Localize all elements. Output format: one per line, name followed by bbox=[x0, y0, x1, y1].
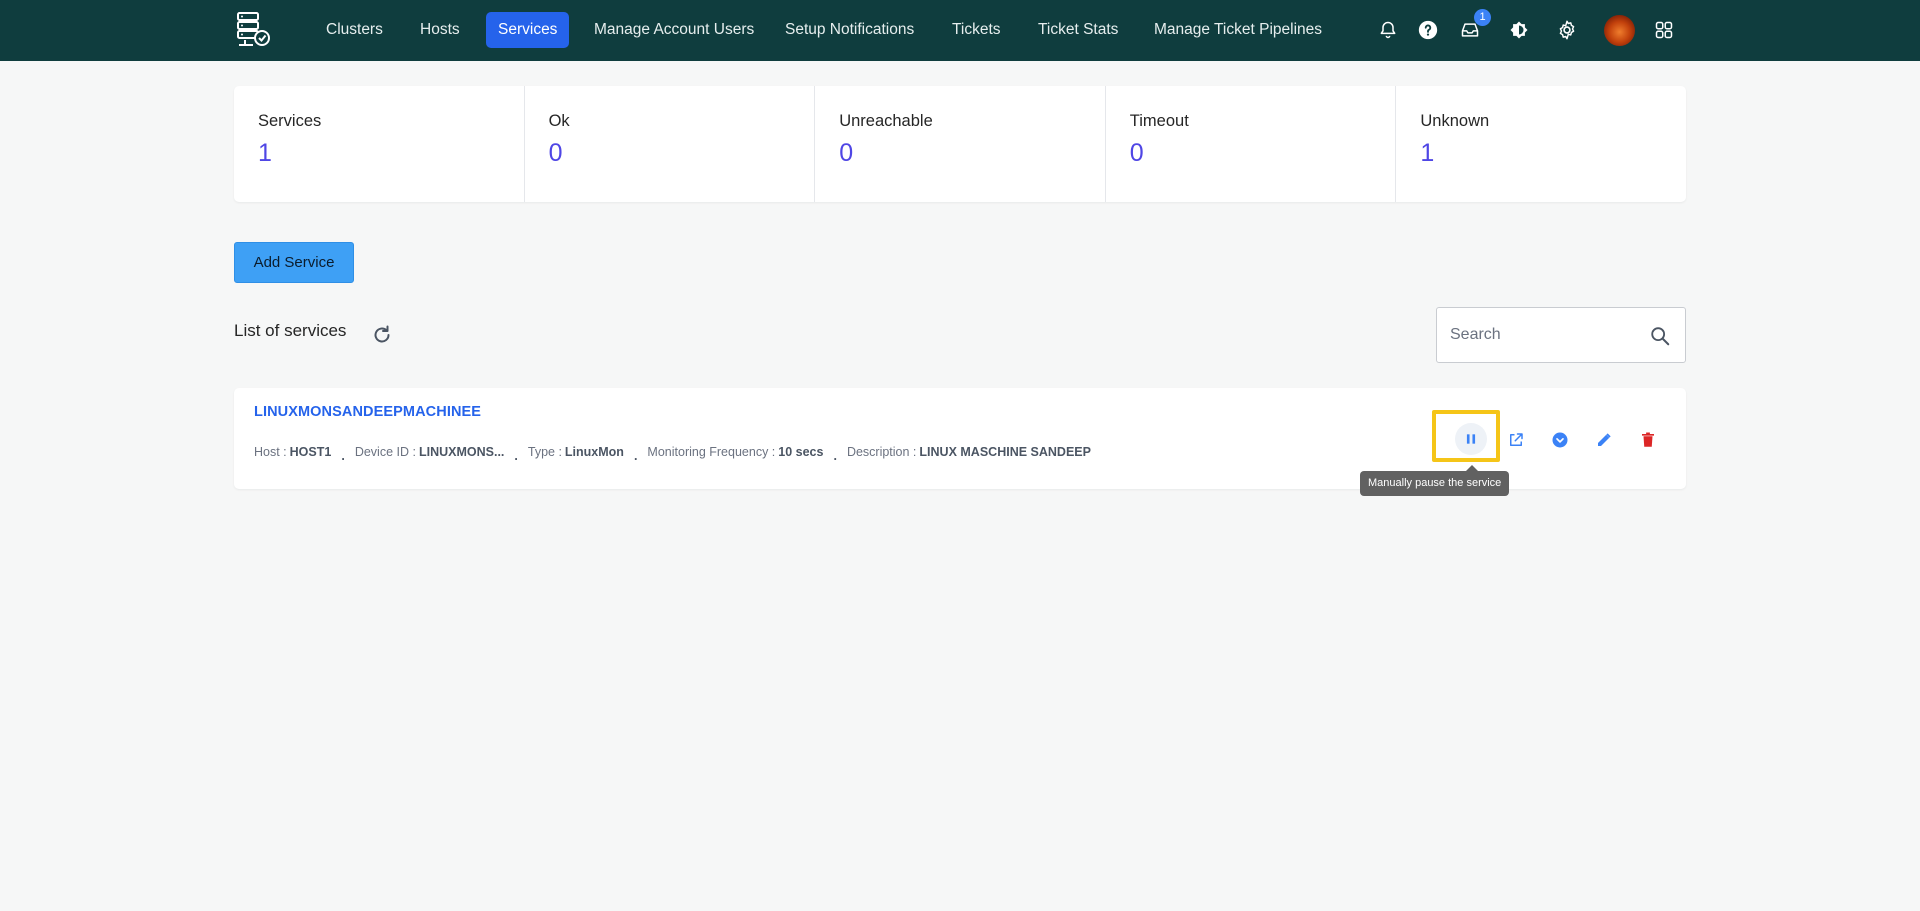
separator: . bbox=[833, 449, 837, 463]
device-id-value: LINUXMONS... bbox=[418, 445, 505, 459]
status-check-icon[interactable] bbox=[1546, 426, 1574, 454]
separator: . bbox=[633, 449, 638, 463]
avatar[interactable] bbox=[1604, 15, 1635, 46]
open-external-icon[interactable] bbox=[1502, 426, 1530, 454]
nav-manage-ticket-pipelines[interactable]: Manage Ticket Pipelines bbox=[1142, 12, 1334, 48]
stat-label: Timeout bbox=[1129, 112, 1189, 130]
stat-unknown: Unknown 1 bbox=[1396, 86, 1686, 202]
monitoring-frequency-label: Monitoring Frequency : bbox=[647, 445, 776, 459]
search-icon[interactable] bbox=[1649, 325, 1671, 347]
nav-manage-account-users[interactable]: Manage Account Users bbox=[582, 12, 766, 48]
stat-ok: Ok 0 bbox=[525, 86, 816, 202]
pause-tooltip: Manually pause the service bbox=[1360, 471, 1510, 496]
stat-label: Services bbox=[258, 112, 322, 130]
app-logo[interactable] bbox=[235, 10, 273, 48]
top-navbar: Clusters Hosts Services Manage Account U… bbox=[0, 0, 1920, 61]
search-box bbox=[1436, 307, 1686, 363]
search-input[interactable] bbox=[1450, 308, 1640, 362]
nav-clusters[interactable]: Clusters bbox=[314, 12, 395, 48]
stat-services: Services 1 bbox=[234, 86, 525, 202]
service-name-link[interactable]: LINUXMONSANDEEPMACHINEE bbox=[254, 404, 481, 420]
stat-value: 0 bbox=[839, 139, 854, 167]
gear-icon[interactable] bbox=[1553, 16, 1581, 44]
edit-icon[interactable] bbox=[1590, 426, 1618, 454]
theme-toggle-icon[interactable] bbox=[1505, 16, 1533, 44]
stat-value: 1 bbox=[1420, 139, 1435, 167]
stat-unreachable: Unreachable 0 bbox=[815, 86, 1106, 202]
monitoring-frequency-value: 10 secs bbox=[778, 445, 824, 459]
separator: . bbox=[514, 449, 518, 463]
nav-setup-notifications[interactable]: Setup Notifications bbox=[773, 12, 926, 48]
add-service-button[interactable]: Add Service bbox=[234, 242, 354, 283]
host-label: Host : bbox=[254, 445, 287, 459]
list-title: List of services bbox=[234, 321, 347, 340]
service-meta: Host : HOST1 . Device ID : LINUXMONS... … bbox=[254, 445, 1091, 463]
description-value: LINUX MASCHINE SANDEEP bbox=[919, 445, 1091, 459]
type-value: LinuxMon bbox=[564, 445, 624, 459]
type-label: Type : bbox=[527, 445, 562, 459]
description-label: Description : bbox=[846, 445, 917, 459]
nav-ticket-stats[interactable]: Ticket Stats bbox=[1026, 12, 1130, 48]
inbox-badge: 1 bbox=[1474, 9, 1491, 26]
stats-summary: Services 1 Ok 0 Unreachable 0 Timeout 0 … bbox=[234, 86, 1686, 202]
stat-value: 0 bbox=[548, 139, 563, 167]
pause-icon bbox=[1466, 434, 1476, 444]
help-icon[interactable] bbox=[1414, 16, 1442, 44]
nav-services[interactable]: Services bbox=[486, 12, 570, 48]
nav-hosts[interactable]: Hosts bbox=[408, 12, 472, 48]
pause-button[interactable] bbox=[1455, 423, 1487, 455]
stat-label: Unreachable bbox=[839, 112, 933, 130]
refresh-icon[interactable] bbox=[370, 323, 394, 347]
device-id-label: Device ID : bbox=[354, 445, 416, 459]
separator: . bbox=[341, 449, 345, 463]
stat-label: Ok bbox=[548, 112, 570, 130]
bell-icon[interactable] bbox=[1374, 16, 1402, 44]
host-value: HOST1 bbox=[289, 445, 332, 459]
delete-icon[interactable] bbox=[1634, 426, 1662, 454]
stat-label: Unknown bbox=[1420, 112, 1490, 130]
nav-tickets[interactable]: Tickets bbox=[940, 12, 1013, 48]
stat-value: 0 bbox=[1129, 139, 1144, 167]
apps-grid-icon[interactable] bbox=[1650, 16, 1678, 44]
stat-timeout: Timeout 0 bbox=[1106, 86, 1397, 202]
stat-value: 1 bbox=[258, 139, 272, 167]
